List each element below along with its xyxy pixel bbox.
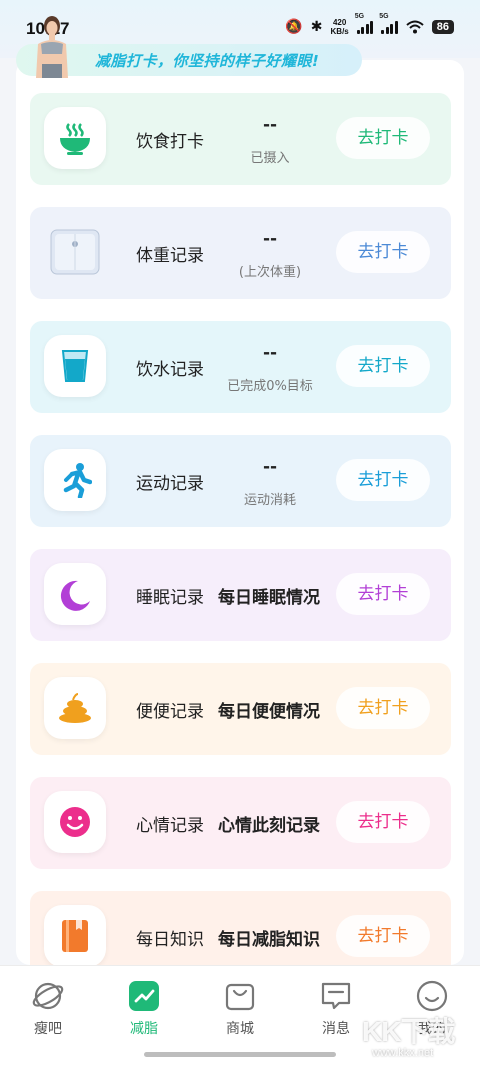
- checkin-button[interactable]: 去打卡: [336, 573, 430, 615]
- network-speed-value: 420: [332, 18, 347, 27]
- card-value: --: [262, 457, 278, 477]
- sim2-label: 5G: [379, 13, 389, 20]
- checkin-card[interactable]: 饮食打卡 -- 已摄入 去打卡: [30, 93, 451, 185]
- watermark-logo: KK下载: [362, 1016, 455, 1047]
- card-title: 饮食打卡: [136, 132, 204, 152]
- bluetooth-icon: ✱: [310, 19, 323, 35]
- network-speed: 420 KB/s: [331, 18, 349, 36]
- card-value: --: [262, 115, 278, 135]
- bowl-icon: [44, 107, 106, 169]
- checkin-card[interactable]: 运动记录 -- 运动消耗 去打卡: [30, 435, 451, 527]
- chart-icon: [104, 978, 184, 1014]
- card-description: 每日睡眠情况: [218, 588, 320, 608]
- card-description: 每日便便情况: [218, 702, 320, 722]
- battery-level: 86: [431, 20, 454, 34]
- card-title: 每日知识: [136, 930, 204, 950]
- checkin-panel: 饮食打卡 -- 已摄入 去打卡 体重记录 -- (上次体重) 去打卡 饮水记录 -- 已完成0%目标…: [16, 60, 464, 965]
- message-icon: [296, 978, 376, 1014]
- smiley-icon: [44, 791, 106, 853]
- nav-label: 减脂: [130, 1021, 158, 1037]
- checkin-button[interactable]: 去打卡: [336, 687, 430, 729]
- checkin-card[interactable]: 饮水记录 -- 已完成0%目标 去打卡: [30, 321, 451, 413]
- wifi-icon: [406, 20, 424, 34]
- book-icon: [44, 905, 106, 965]
- checkin-card[interactable]: 便便记录 每日便便情况 去打卡: [30, 663, 451, 755]
- card-value: --: [262, 343, 278, 363]
- checkin-card[interactable]: 体重记录 -- (上次体重) 去打卡: [30, 207, 451, 299]
- bag-icon: [200, 978, 280, 1014]
- nav-item[interactable]: 瘦吧: [8, 978, 88, 1038]
- card-title: 体重记录: [136, 246, 204, 266]
- card-subtitle: (上次体重): [238, 265, 302, 280]
- card-description: 每日减脂知识: [218, 930, 320, 950]
- card-subtitle: 已摄入: [250, 151, 290, 166]
- watermark-url: www.kkx.net: [372, 1047, 434, 1059]
- card-title: 睡眠记录: [136, 588, 204, 608]
- nav-label: 瘦吧: [34, 1021, 62, 1037]
- checkin-button[interactable]: 去打卡: [336, 801, 430, 843]
- card-title: 便便记录: [136, 702, 204, 722]
- moon-icon: zz: [44, 563, 106, 625]
- mute-bell-icon: 🔕: [285, 19, 303, 35]
- nav-item[interactable]: 商城: [200, 978, 280, 1038]
- svg-text:z: z: [83, 582, 87, 589]
- planet-icon: [8, 978, 88, 1014]
- smile-profile-icon: [392, 978, 472, 1014]
- signal-sim2-icon: 5G: [379, 13, 398, 34]
- banner-text: 减脂打卡，你坚持的样子好耀眼!: [95, 52, 320, 70]
- card-subtitle: 已完成0%目标: [227, 379, 313, 394]
- checkin-card[interactable]: 心情记录 心情此刻记录 去打卡: [30, 777, 451, 869]
- checkin-button[interactable]: 去打卡: [336, 459, 430, 501]
- checkin-button[interactable]: 去打卡: [336, 231, 430, 273]
- network-speed-unit: KB/s: [330, 27, 349, 36]
- model-avatar: [36, 16, 68, 78]
- water-glass-icon: [44, 335, 106, 397]
- checkin-card[interactable]: z z 睡眠记录 每日睡眠情况 去打卡: [30, 549, 451, 641]
- running-icon: [44, 449, 106, 511]
- sim1-label: 5G: [354, 13, 365, 20]
- card-title: 运动记录: [136, 474, 204, 494]
- card-subtitle: 运动消耗: [243, 493, 296, 508]
- nav-label: 商城: [226, 1021, 254, 1037]
- scale-icon: [44, 221, 106, 283]
- status-icons: 🔕 ✱ 420 KB/s 5G 5G 86: [285, 13, 454, 36]
- card-value: --: [262, 229, 278, 249]
- poop-icon: [44, 677, 106, 739]
- card-description: 心情此刻记录: [218, 816, 320, 836]
- card-title: 饮水记录: [136, 360, 204, 380]
- nav-item[interactable]: 减脂: [104, 978, 184, 1038]
- card-title: 心情记录: [136, 816, 204, 836]
- signal-sim1-icon: 5G: [355, 13, 374, 34]
- home-indicator[interactable]: [144, 1052, 336, 1057]
- checkin-button[interactable]: 去打卡: [336, 117, 430, 159]
- checkin-button[interactable]: 去打卡: [336, 345, 430, 387]
- checkin-button[interactable]: 去打卡: [336, 915, 430, 957]
- checkin-card[interactable]: 每日知识 每日减脂知识 去打卡: [30, 891, 451, 965]
